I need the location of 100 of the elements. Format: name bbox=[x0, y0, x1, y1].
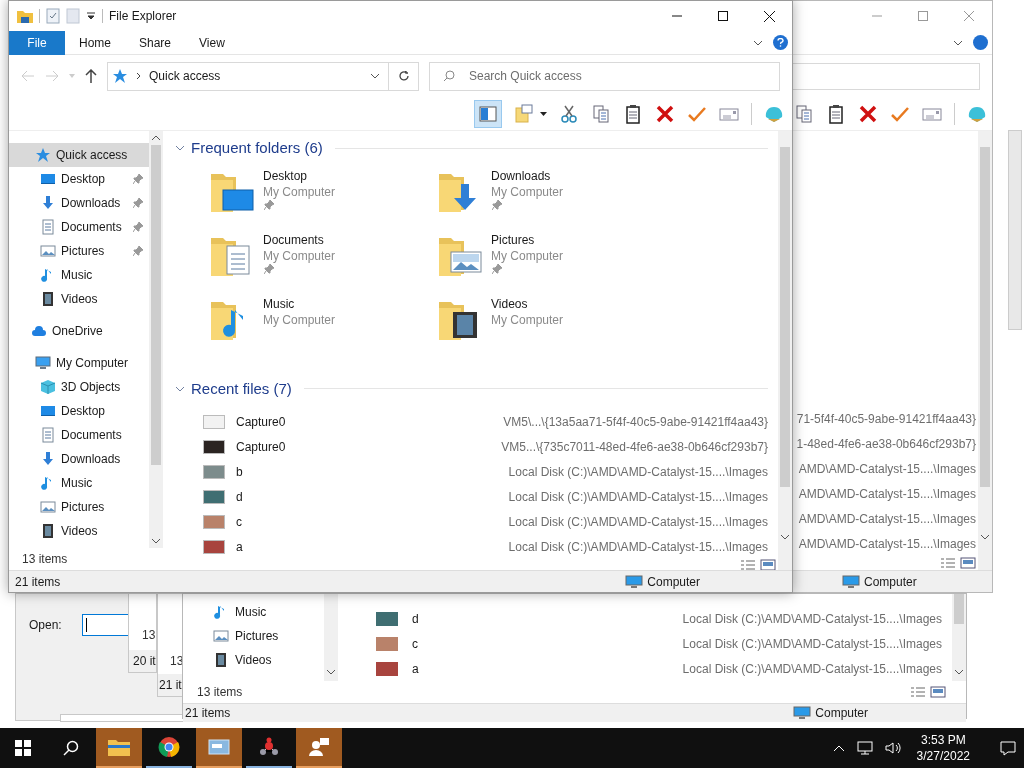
scroll-down-icon[interactable] bbox=[151, 538, 161, 544]
nav-item[interactable]: Pictures bbox=[9, 495, 149, 519]
scroll-down-icon[interactable] bbox=[780, 534, 790, 540]
ribbon-tab[interactable]: Share bbox=[125, 30, 186, 55]
volume-icon[interactable] bbox=[884, 741, 901, 755]
folder-tile[interactable]: Videos My Computer bbox=[437, 293, 665, 358]
file-path: AMD\AMD-Catalyst-15....\Images bbox=[798, 460, 976, 478]
thumbnail-view-icon[interactable] bbox=[960, 557, 976, 569]
file-path: Local Disk (C:)\AMD\AMD-Catalyst-15....\Images bbox=[682, 660, 942, 678]
dropdown-icon[interactable] bbox=[540, 111, 547, 116]
nav-item[interactable]: OneDrive bbox=[9, 319, 149, 343]
scrollbar[interactable] bbox=[324, 594, 338, 681]
notifications-icon[interactable] bbox=[1000, 740, 1016, 756]
computer-icon bbox=[842, 574, 860, 589]
nav-item[interactable]: Documents bbox=[9, 215, 149, 239]
taskbar-app-button[interactable] bbox=[196, 728, 242, 768]
nav-item[interactable]: Quick access bbox=[9, 143, 149, 167]
recent-file-row[interactable]: b Local Disk (C:)\AMD\AMD-Catalyst-15....\Images bbox=[175, 459, 768, 484]
computer-icon bbox=[793, 706, 812, 720]
recent-file-row[interactable]: a Local Disk (C:)\AMD\AMD-Catalyst-15....\Images bbox=[175, 534, 768, 559]
details-view-icon[interactable] bbox=[740, 559, 756, 571]
details-view-icon[interactable] bbox=[940, 557, 956, 569]
ribbon-expand-icon[interactable] bbox=[953, 39, 963, 46]
folder-tile[interactable]: Music My Computer bbox=[209, 293, 437, 358]
delete-icon[interactable] bbox=[655, 103, 675, 124]
delete-icon[interactable] bbox=[858, 103, 878, 124]
file-name[interactable]: a bbox=[412, 659, 419, 678]
scroll-down-icon[interactable] bbox=[326, 669, 336, 675]
ribbon-tab[interactable]: View bbox=[185, 30, 239, 55]
recent-file-row[interactable]: Capture0 VM5\...\{13a5aa71-5f4f-40c5-9abe-91421ff4aa43} bbox=[175, 409, 768, 434]
refresh-icon bbox=[397, 70, 410, 82]
up-icon[interactable] bbox=[85, 69, 97, 83]
scroll-up-icon[interactable] bbox=[151, 135, 161, 141]
ribbon-tab[interactable]: File bbox=[9, 30, 65, 55]
show-hidden-icons-icon[interactable] bbox=[832, 744, 845, 752]
nav-item[interactable]: Music bbox=[183, 600, 324, 624]
nav-item[interactable]: 3D Objects bbox=[9, 375, 149, 399]
copy-icon[interactable] bbox=[794, 103, 814, 124]
scroll-down-icon[interactable] bbox=[954, 669, 964, 675]
nav-item[interactable]: Pictures bbox=[9, 239, 149, 263]
file-name[interactable]: c bbox=[412, 634, 418, 653]
scrollbar[interactable] bbox=[978, 131, 992, 570]
folder-tile[interactable]: Desktop My Computer bbox=[209, 165, 437, 230]
nav-item[interactable]: Videos bbox=[9, 287, 149, 311]
address-dropdown-icon[interactable] bbox=[370, 73, 380, 79]
nav-item[interactable]: Desktop bbox=[9, 167, 149, 191]
search-field[interactable] bbox=[792, 62, 980, 90]
taskbar-app-button[interactable] bbox=[296, 728, 342, 768]
folder-tile[interactable]: Documents My Computer bbox=[209, 229, 437, 294]
nav-item[interactable]: Videos bbox=[183, 648, 324, 672]
address-bar[interactable]: Quick access bbox=[107, 61, 389, 91]
nav-item[interactable]: Music bbox=[9, 263, 149, 287]
copy-icon[interactable] bbox=[591, 103, 611, 124]
nav-item[interactable]: Desktop bbox=[9, 399, 149, 423]
nav-item[interactable]: Pictures bbox=[183, 624, 324, 648]
refresh-button[interactable] bbox=[389, 61, 419, 91]
nav-item[interactable]: Documents bbox=[9, 423, 149, 447]
nav-item[interactable]: My Computer bbox=[9, 351, 149, 375]
scissors-icon[interactable] bbox=[559, 103, 579, 124]
nav-item[interactable]: Downloads bbox=[9, 191, 149, 215]
customize-toolbar-icon[interactable] bbox=[86, 11, 96, 21]
folder-tile[interactable]: Downloads My Computer bbox=[437, 165, 665, 230]
maximize-icon bbox=[718, 11, 728, 21]
section-heading[interactable]: Frequent folders (6) bbox=[191, 137, 323, 160]
ribbon-expand-icon[interactable] bbox=[753, 39, 763, 46]
scrollbar[interactable] bbox=[1008, 130, 1022, 330]
pane-status: 13 bbox=[142, 628, 156, 642]
section-heading[interactable]: Recent files (7) bbox=[191, 377, 292, 400]
nav-item[interactable]: Downloads bbox=[9, 447, 149, 471]
file-name[interactable]: d bbox=[412, 609, 419, 628]
recent-file-row[interactable]: Capture0 VM5...\{735c7011-48ed-4fe6-ae38-0b646cf293b7} bbox=[175, 434, 768, 459]
clipboard-icon[interactable] bbox=[826, 103, 846, 124]
collapse-icon[interactable] bbox=[175, 385, 185, 392]
breadcrumb-chevron-icon bbox=[136, 72, 141, 80]
recent-file-row[interactable]: d Local Disk (C:)\AMD\AMD-Catalyst-15....\Images bbox=[175, 484, 768, 509]
thumbnail-view-icon[interactable] bbox=[930, 686, 946, 698]
scrollbar[interactable] bbox=[952, 594, 966, 681]
search-field[interactable]: Search Quick access bbox=[429, 61, 780, 91]
properties-icon[interactable] bbox=[514, 103, 534, 124]
ribbon-tab[interactable]: Home bbox=[65, 30, 125, 55]
scrollbar[interactable] bbox=[149, 131, 163, 548]
file-path: Local Disk (C:)\AMD\AMD-Catalyst-15....\Images bbox=[682, 635, 942, 653]
network-icon[interactable] bbox=[856, 741, 873, 755]
nav-item[interactable]: Music bbox=[9, 471, 149, 495]
pin-icon bbox=[492, 263, 502, 274]
folder-tile[interactable]: Pictures My Computer bbox=[437, 229, 665, 294]
nav-item[interactable]: Videos bbox=[9, 519, 149, 543]
clock[interactable]: 3:53 PM 3/27/2022 bbox=[912, 732, 974, 764]
collapse-icon[interactable] bbox=[175, 145, 185, 152]
properties-icon[interactable] bbox=[46, 8, 60, 24]
recent-file-row[interactable]: c Local Disk (C:)\AMD\AMD-Catalyst-15....\Images bbox=[175, 509, 768, 534]
scroll-down-icon[interactable] bbox=[980, 534, 990, 540]
clipboard-icon[interactable] bbox=[623, 103, 643, 124]
details-view-icon[interactable] bbox=[910, 686, 926, 698]
file-path: AMD\AMD-Catalyst-15....\Images bbox=[798, 485, 976, 503]
thumbnail-view-icon[interactable] bbox=[760, 559, 776, 571]
scrollbar[interactable] bbox=[778, 131, 792, 570]
file-path: 71-5f4f-40c5-9abe-91421ff4aa43} bbox=[796, 410, 976, 428]
windows-logo-icon bbox=[15, 740, 31, 756]
preview-pane-icon[interactable] bbox=[478, 103, 498, 124]
